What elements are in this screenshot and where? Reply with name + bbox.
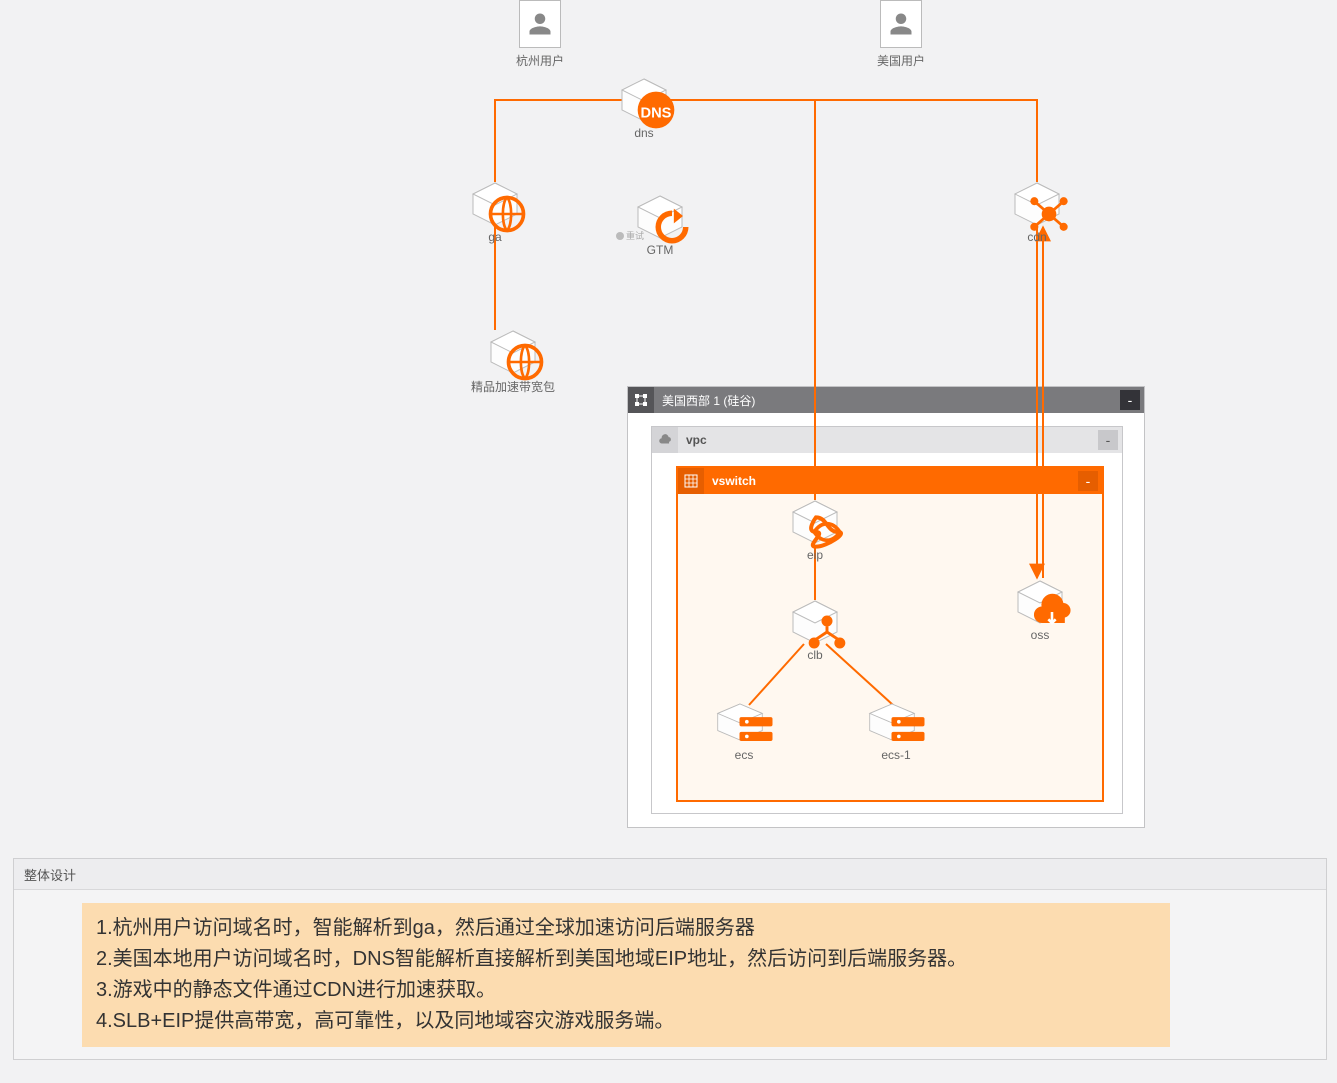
region-icon [628, 387, 654, 413]
vpc-icon [652, 427, 678, 453]
ecs-icon [716, 700, 772, 744]
bandwidth-icon [489, 330, 537, 374]
user-us: 美国用户 [877, 0, 925, 69]
vpc-title: vpc [678, 433, 1098, 447]
node-eip[interactable]: eip [791, 500, 839, 562]
node-clb[interactable]: clb [791, 600, 839, 662]
design-line-2: 2.美国本地用户访问域名时，DNS智能解析直接解析到美国地域EIP地址，然后访问… [96, 944, 1156, 975]
node-oss[interactable]: oss [1016, 580, 1064, 642]
design-line-1: 1.杭州用户访问域名时，智能解析到ga，然后通过全球加速访问后端服务器 [96, 913, 1156, 944]
node-dns[interactable]: DNS dns [620, 78, 668, 140]
node-ga[interactable]: ga [471, 182, 519, 244]
svg-text:DNS: DNS [641, 105, 672, 121]
vswitch-title: vswitch [704, 474, 1078, 488]
vswitch-collapse-button[interactable]: - [1078, 471, 1098, 491]
region-collapse-button[interactable]: - [1120, 390, 1140, 410]
user-hangzhou-label: 杭州用户 [516, 52, 564, 69]
vpc-collapse-button[interactable]: - [1098, 430, 1118, 450]
user-icon [519, 0, 561, 48]
user-hangzhou: 杭州用户 [516, 0, 564, 69]
node-gtm[interactable]: 重试 GTM [636, 195, 684, 257]
user-us-label: 美国用户 [877, 52, 925, 69]
region-title: 美国西部 1 (硅谷) [654, 392, 1120, 409]
user-icon [880, 0, 922, 48]
dns-icon: DNS [620, 78, 668, 122]
eip-icon [791, 500, 839, 544]
design-panel: 整体设计 1.杭州用户访问域名时，智能解析到ga，然后通过全球加速访问后端服务器… [13, 858, 1327, 1060]
node-ecs[interactable]: ecs [716, 700, 772, 762]
panel-title: 整体设计 [14, 859, 1326, 890]
clb-icon [791, 600, 839, 644]
vswitch-icon [678, 468, 704, 494]
oss-icon [1016, 580, 1064, 624]
cdn-icon [1013, 182, 1061, 226]
ecs1-icon [868, 700, 924, 744]
gtm-retry-tag: 重试 [626, 229, 644, 242]
node-ecs1[interactable]: ecs-1 [868, 700, 924, 762]
node-cdn[interactable]: cdn [1013, 182, 1061, 244]
design-line-4: 4.SLB+EIP提供高带宽，高可靠性，以及同地域容灾游戏服务端。 [96, 1006, 1156, 1037]
node-bandwidth[interactable]: 精品加速带宽包 [471, 330, 555, 395]
design-line-3: 3.游戏中的静态文件通过CDN进行加速获取。 [96, 975, 1156, 1006]
panel-body: 1.杭州用户访问域名时，智能解析到ga，然后通过全球加速访问后端服务器 2.美国… [82, 903, 1170, 1047]
ga-icon [471, 182, 519, 226]
